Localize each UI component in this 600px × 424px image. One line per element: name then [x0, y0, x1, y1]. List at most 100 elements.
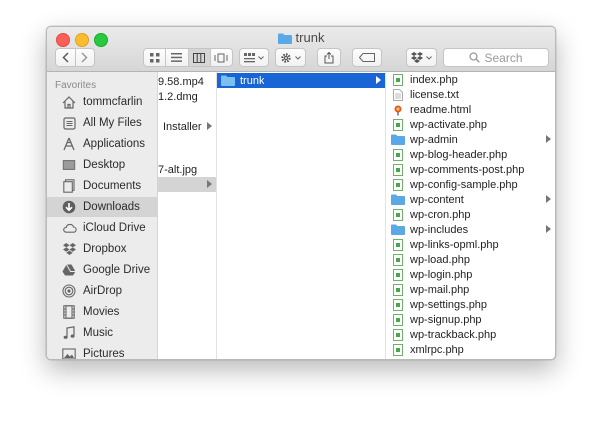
file-name: wp-signup.php	[410, 313, 482, 326]
list-item[interactable]	[158, 104, 216, 119]
php-file-icon	[391, 238, 405, 251]
cover-flow-button[interactable]	[211, 49, 232, 66]
list-item-selected[interactable]	[158, 177, 216, 192]
disclosure-arrow-icon	[546, 195, 551, 203]
list-item[interactable]: wp-comments-post.php	[386, 162, 555, 177]
file-name: wp-blog-header.php	[410, 148, 508, 161]
file-name: license.txt	[410, 88, 459, 101]
movies-icon	[61, 304, 77, 320]
share-button[interactable]	[317, 48, 341, 67]
php-file-icon	[391, 328, 405, 341]
sidebar-item-label: Applications	[83, 138, 146, 150]
list-item[interactable]: wp-mail.php	[386, 282, 555, 297]
sidebar-item-label: Downloads	[83, 201, 140, 213]
list-item[interactable]: wp-login.php	[386, 267, 555, 282]
list-item[interactable]	[158, 134, 216, 149]
sidebar-item-airdrop[interactable]: AirDrop	[47, 281, 157, 301]
home-icon	[61, 94, 77, 110]
column-view-icon	[193, 52, 206, 63]
list-item[interactable]: wp-signup.php	[386, 312, 555, 327]
action-button[interactable]	[275, 48, 306, 67]
icon-view-button[interactable]	[144, 49, 167, 66]
file-name: wp-comments-post.php	[410, 163, 525, 176]
chevron-down-icon	[295, 55, 301, 60]
sidebar-item-label: Pictures	[83, 348, 125, 359]
list-item[interactable]: wp-config-sample.php	[386, 177, 555, 192]
dropbox-toolbar-button[interactable]	[406, 48, 437, 67]
file-name: readme.html	[410, 103, 472, 116]
list-item[interactable]: 9.58.mp4	[158, 74, 216, 89]
list-item[interactable]: wp-settings.php	[386, 297, 555, 312]
list-item[interactable]: wp-blog-header.php	[386, 147, 555, 162]
sidebar-item-dropbox[interactable]: Dropbox	[47, 239, 157, 259]
sidebar-item-music[interactable]: Music	[47, 323, 157, 343]
list-view-button[interactable]	[166, 49, 189, 66]
sidebar-item-label: Dropbox	[83, 243, 127, 255]
dropbox-icon	[411, 52, 423, 63]
file-name: wp-config-sample.php	[410, 178, 518, 191]
list-item[interactable]: wp-activate.php	[386, 117, 555, 132]
icon-view-icon	[149, 52, 160, 62]
sidebar-item-label: Desktop	[83, 159, 126, 171]
folder-icon	[221, 75, 235, 87]
php-file-icon	[391, 298, 405, 311]
sidebar-item-home[interactable]: tommcfarlin	[47, 92, 157, 112]
folder-name: wp-includes	[410, 223, 469, 236]
list-item[interactable]: xmlrpc.php	[386, 342, 555, 357]
php-file-icon	[391, 208, 405, 221]
list-item[interactable]: wp-cron.php	[386, 207, 555, 222]
sidebar-item-google-drive[interactable]: Google Drive	[47, 260, 157, 280]
back-button[interactable]	[56, 49, 76, 66]
sidebar-heading: Favorites	[55, 80, 97, 91]
list-item[interactable]: Installer	[158, 119, 216, 134]
list-item[interactable]: license.txt	[386, 87, 555, 102]
list-item[interactable]: 7-alt.jpg	[158, 162, 216, 177]
column-view-button[interactable]	[188, 49, 211, 66]
search-field[interactable]: Search	[443, 48, 549, 67]
chevron-left-icon	[62, 52, 69, 63]
list-item[interactable]: wp-load.php	[386, 252, 555, 267]
file-name: wp-load.php	[410, 253, 470, 266]
list-item[interactable]: readme.html	[386, 102, 555, 117]
google-drive-icon	[61, 262, 77, 278]
php-file-icon	[391, 148, 405, 161]
music-icon	[61, 325, 77, 341]
sidebar-item-movies[interactable]: Movies	[47, 302, 157, 322]
sidebar-item-pictures[interactable]: Pictures	[47, 344, 157, 359]
sidebar-item-downloads[interactable]: Downloads	[47, 197, 157, 217]
sidebar-item-all-my-files[interactable]: All My Files	[47, 113, 157, 133]
column-parent: trunk	[217, 72, 386, 359]
file-name: wp-mail.php	[410, 283, 470, 296]
list-item[interactable]: wp-links-opml.php	[386, 237, 555, 252]
sidebar-item-applications[interactable]: Applications	[47, 134, 157, 154]
pictures-icon	[61, 346, 77, 359]
folder-icon	[391, 224, 405, 236]
column-trunk: index.php license.txt readme.html wp-act…	[386, 72, 555, 359]
disclosure-arrow-icon	[207, 180, 212, 188]
applications-icon	[61, 136, 77, 152]
disclosure-arrow-icon	[376, 76, 381, 84]
html-file-icon	[391, 104, 405, 116]
list-item[interactable]: wp-content	[386, 192, 555, 207]
php-file-icon	[391, 118, 405, 131]
arrange-button[interactable]	[239, 48, 269, 67]
sidebar-item-desktop[interactable]: Desktop	[47, 155, 157, 175]
sidebar-item-label: Music	[83, 327, 114, 339]
sidebar-item-documents[interactable]: Documents	[47, 176, 157, 196]
file-name: wp-login.php	[410, 268, 473, 281]
sidebar: Favorites tommcfarlin All My Files Appli…	[47, 72, 158, 359]
list-item[interactable]: wp-trackback.php	[386, 327, 555, 342]
list-item[interactable]: wp-includes	[386, 222, 555, 237]
forward-button[interactable]	[76, 49, 94, 66]
php-file-icon	[391, 253, 405, 266]
folder-icon	[277, 32, 292, 47]
sidebar-item-icloud-drive[interactable]: iCloud Drive	[47, 218, 157, 238]
sidebar-item-label: Documents	[83, 180, 142, 192]
list-item[interactable]: index.php	[386, 72, 555, 87]
window-title-text: trunk	[295, 30, 325, 45]
tags-button[interactable]	[352, 48, 382, 67]
list-item[interactable]: wp-admin	[386, 132, 555, 147]
list-item[interactable]: 1.2.dmg	[158, 89, 216, 104]
list-item-selected[interactable]: trunk	[217, 73, 385, 88]
php-file-icon	[391, 283, 405, 296]
